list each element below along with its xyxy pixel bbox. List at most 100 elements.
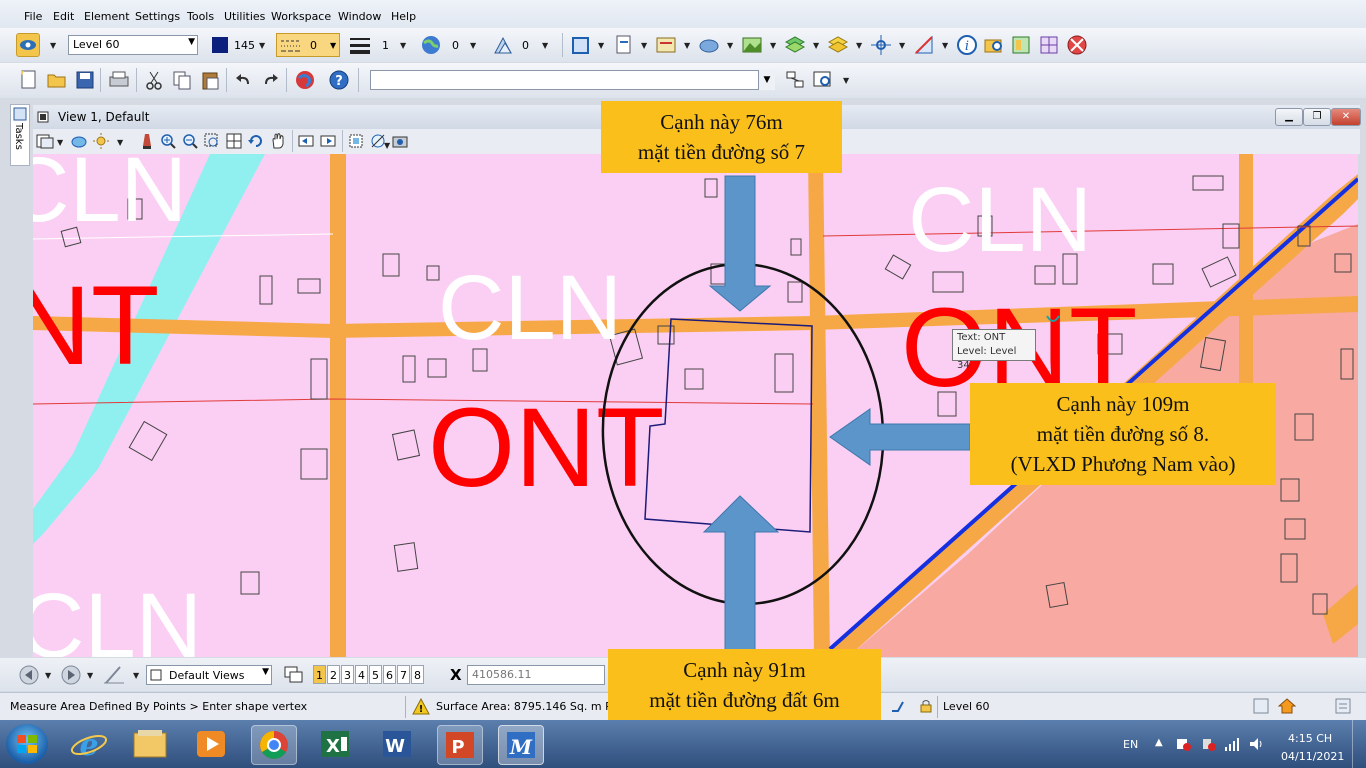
fit-view-icon[interactable] <box>225 132 243 150</box>
image-manager-icon[interactable] <box>1010 34 1032 56</box>
chevron-down-icon[interactable]: ▼ <box>843 76 849 85</box>
pen-icon[interactable] <box>139 132 155 150</box>
open-folder-icon[interactable] <box>46 69 68 91</box>
rotate-view-icon[interactable] <box>247 132 265 150</box>
view-groups-icon[interactable] <box>283 665 305 685</box>
camera-icon[interactable] <box>391 132 409 150</box>
menu-edit[interactable]: Edit <box>53 10 74 23</box>
volume-icon[interactable] <box>1248 736 1264 752</box>
info-icon[interactable]: i <box>956 34 978 56</box>
pan-hand-icon[interactable] <box>269 132 287 150</box>
saved-views-select[interactable]: Default Views ▼ <box>146 665 272 685</box>
powerpoint-taskbar[interactable]: P <box>437 725 483 765</box>
chevron-down-icon[interactable]: ▼ <box>942 41 948 50</box>
microstation-taskbar[interactable]: M <box>498 725 544 765</box>
menu-settings[interactable]: Settings <box>135 10 180 23</box>
status-active-level[interactable]: Level 60 <box>943 700 990 713</box>
priority-icon[interactable] <box>492 34 514 56</box>
next-view-icon[interactable] <box>319 132 337 150</box>
view-7-button[interactable]: 7 <box>397 665 410 684</box>
menu-utilities[interactable]: Utilities <box>224 10 265 23</box>
lock-icon[interactable] <box>918 698 934 714</box>
chevron-down-icon[interactable]: ▼ <box>45 671 51 680</box>
model-icon[interactable] <box>1252 697 1270 715</box>
menu-tools[interactable]: Tools <box>187 10 214 23</box>
globe-icon[interactable] <box>420 34 442 56</box>
zoom-out-icon[interactable] <box>181 132 199 150</box>
window-area-icon[interactable] <box>203 132 221 150</box>
show-desktop-button[interactable] <box>1352 720 1366 768</box>
forward-arrow-icon[interactable] <box>60 664 82 686</box>
menu-element[interactable]: Element <box>84 10 130 23</box>
chevron-down-icon[interactable]: ▼ <box>641 41 647 50</box>
view-3-button[interactable]: 3 <box>341 665 354 684</box>
lighting-icon[interactable] <box>92 132 110 150</box>
chevron-down-icon[interactable]: ▼ <box>87 671 93 680</box>
display-style-icon[interactable] <box>70 132 88 150</box>
language-indicator[interactable]: EN <box>1123 738 1138 751</box>
chevron-down-icon[interactable]: ▼ <box>899 41 905 50</box>
view-4-button[interactable]: 4 <box>355 665 368 684</box>
accudraw-tool-icon[interactable] <box>913 34 935 56</box>
media-player-taskbar[interactable] <box>189 725 233 763</box>
key-in-field[interactable]: ▼ <box>370 70 775 90</box>
undo-icon[interactable] <box>233 69 255 91</box>
menu-window[interactable]: Window <box>338 10 381 23</box>
view-2-button[interactable]: 2 <box>327 665 340 684</box>
close-button[interactable]: ✕ <box>1331 108 1361 126</box>
chevron-down-icon[interactable]: ▼ <box>470 41 476 50</box>
cloud-tool-icon[interactable] <box>698 34 720 56</box>
view-1-button[interactable]: 1 <box>313 665 326 684</box>
menu-workspace[interactable]: Workspace <box>271 10 331 23</box>
tasks-tab[interactable]: Tasks <box>10 104 30 166</box>
action-center-icon[interactable] <box>1175 736 1191 752</box>
back-arrow-icon[interactable] <box>18 664 40 686</box>
chevron-down-icon[interactable]: ▼ <box>758 70 775 90</box>
copy-icon[interactable] <box>171 69 193 91</box>
raster-tool-icon[interactable] <box>741 34 763 56</box>
safely-remove-icon[interactable] <box>1200 736 1216 752</box>
line-weight-value[interactable]: 1 <box>382 39 389 52</box>
start-button[interactable] <box>6 724 48 764</box>
menu-help[interactable]: Help <box>391 10 416 23</box>
color-swatch[interactable] <box>212 37 228 53</box>
chevron-down-icon[interactable]: ▼ <box>727 41 733 50</box>
previous-view-icon[interactable] <box>297 132 315 150</box>
zoom-in-icon[interactable] <box>159 132 177 150</box>
pen-up-icon[interactable] <box>102 664 126 686</box>
reference-tool-icon[interactable] <box>655 34 677 56</box>
chevron-down-icon[interactable]: ▼ <box>813 41 819 50</box>
clock-time[interactable]: 4:15 CH <box>1288 732 1332 745</box>
layers-tool-icon[interactable] <box>784 34 806 56</box>
view-5-button[interactable]: 5 <box>369 665 382 684</box>
chevron-down-icon[interactable]: ▼ <box>770 41 776 50</box>
file-explorer-taskbar[interactable] <box>128 725 172 763</box>
chevron-down-icon[interactable]: ▼ <box>400 41 406 50</box>
view-attributes-icon[interactable] <box>36 132 54 150</box>
chrome-taskbar[interactable] <box>251 725 297 765</box>
chevron-down-icon[interactable]: ▼ <box>133 671 139 680</box>
levels-tool-icon[interactable] <box>827 34 849 56</box>
box-tool-icon[interactable] <box>570 34 592 56</box>
folder-search-icon[interactable] <box>983 34 1005 56</box>
internet-explorer-taskbar[interactable]: e <box>67 725 111 763</box>
disconnect-icon[interactable] <box>1066 34 1088 56</box>
snap-tool-icon[interactable] <box>870 34 892 56</box>
paste-icon[interactable] <box>199 69 221 91</box>
chevron-down-icon[interactable]: ▼ <box>856 41 862 50</box>
save-icon[interactable] <box>74 69 96 91</box>
print-icon[interactable] <box>107 69 131 91</box>
chevron-down-icon[interactable]: ▼ <box>542 41 548 50</box>
word-taskbar[interactable]: W <box>375 725 419 763</box>
coordinate-x-field[interactable]: 410586.11 <box>467 665 605 685</box>
chevron-down-icon[interactable]: ▼ <box>57 138 63 147</box>
message-center-icon[interactable] <box>1334 697 1352 715</box>
network-signal-icon[interactable] <box>1224 736 1240 752</box>
new-file-icon[interactable] <box>18 69 40 91</box>
search-icon[interactable] <box>812 69 834 91</box>
line-style-select[interactable]: 0 ▼ <box>276 33 340 57</box>
document-tool-icon[interactable] <box>613 34 635 56</box>
view-attributes-button[interactable] <box>16 33 40 57</box>
help-icon[interactable]: ? <box>328 69 350 91</box>
globe-publish-icon[interactable] <box>294 69 316 91</box>
